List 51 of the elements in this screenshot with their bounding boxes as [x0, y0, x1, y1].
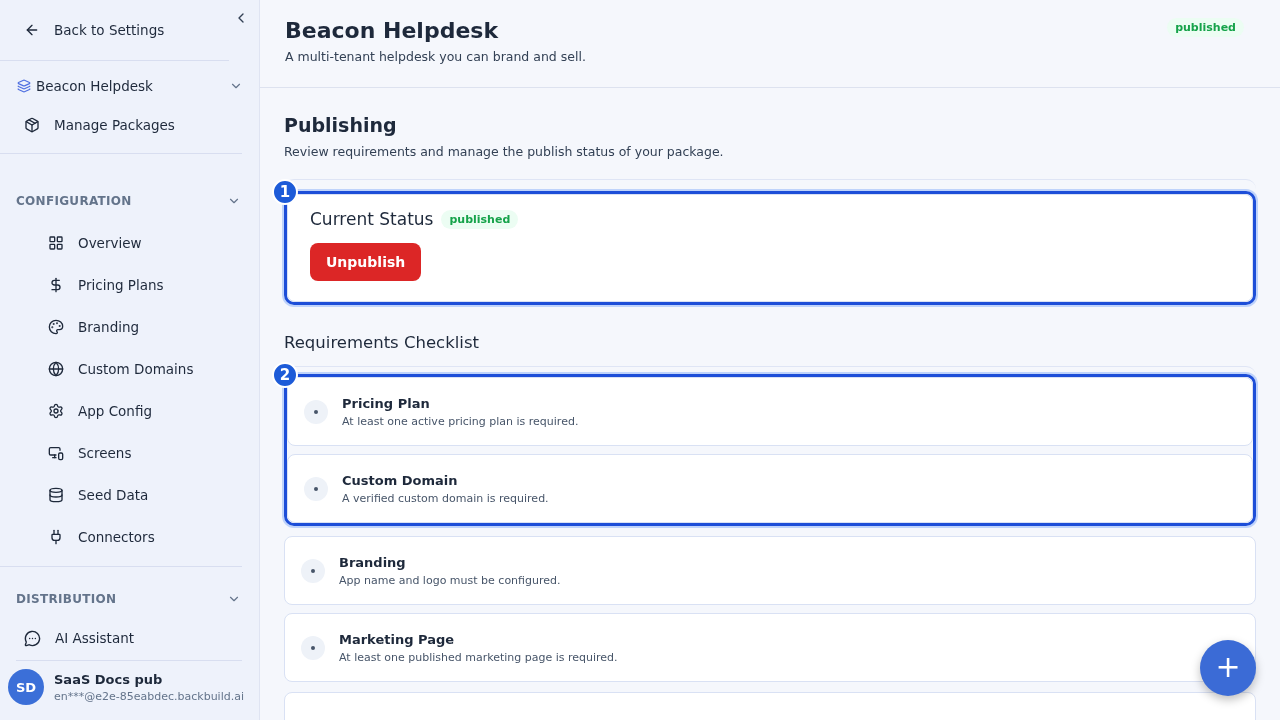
- page-subtitle: A multi-tenant helpdesk you can brand and sell.: [285, 49, 586, 64]
- section-header[interactable]: CONFIGURATION: [0, 186, 259, 216]
- pending-dot-icon: [304, 399, 328, 424]
- database-icon: [48, 487, 64, 503]
- package-icon: [24, 117, 40, 133]
- item-description: At least one published marketing page is required.: [339, 650, 618, 664]
- page-title: Beacon Helpdesk: [285, 18, 500, 43]
- section-title: Publishing: [284, 114, 398, 136]
- globe-icon: [48, 361, 64, 377]
- nav-item[interactable]: Manage Packages: [0, 105, 259, 145]
- step-badge: 1: [272, 179, 298, 205]
- item-description: App name and logo must be configured.: [339, 573, 561, 587]
- section-header[interactable]: DISTRIBUTION: [0, 584, 259, 614]
- card-title: Current Status: [310, 209, 434, 229]
- user-avatar: SD: [8, 669, 44, 705]
- item-title: Marketing Page: [339, 631, 456, 647]
- status-badge: published: [441, 209, 519, 229]
- step-badge: 2: [272, 362, 298, 388]
- devices-icon: [48, 445, 64, 461]
- nav-item[interactable]: App Config: [0, 390, 259, 432]
- chat-icon: [24, 629, 41, 647]
- status-badge: published: [1167, 18, 1244, 37]
- dollar-icon: [48, 277, 64, 293]
- nav-item[interactable]: AI Assistant: [0, 618, 259, 658]
- item-description: At least one active pricing plan is required.: [342, 414, 579, 428]
- nav-item[interactable]: Overview: [0, 222, 259, 264]
- pending-dot-icon: [301, 635, 325, 660]
- item-title: Pricing Plan: [342, 395, 431, 411]
- nav-item[interactable]: Custom Domains: [0, 348, 259, 390]
- pending-dot-icon: [304, 476, 328, 501]
- grid-icon: [48, 235, 64, 251]
- user-name: SaaS Docs pub: [54, 671, 164, 687]
- back-link[interactable]: Back to Settings: [0, 0, 259, 60]
- item-description: A verified custom domain is required.: [342, 491, 549, 505]
- nav-item[interactable]: Seed Data: [0, 474, 259, 516]
- package-selector[interactable]: Beacon Helpdesk: [0, 67, 259, 105]
- section-description: Review requirements and manage the publish status of your package.: [284, 144, 725, 159]
- nav-item[interactable]: Screens: [0, 432, 259, 474]
- layers-icon: [17, 79, 31, 93]
- item-title: Branding: [339, 554, 407, 570]
- unpublish-button[interactable]: Unpublish: [310, 243, 422, 281]
- palette-icon: [48, 319, 64, 335]
- plug-icon: [48, 529, 64, 545]
- checklist-title: Requirements Checklist: [284, 333, 480, 352]
- pending-dot-icon: [301, 558, 325, 583]
- nav-item[interactable]: Connectors: [0, 516, 259, 558]
- item-title: Custom Domain: [342, 472, 459, 488]
- nav-item[interactable]: Pricing Plans: [0, 264, 259, 306]
- user-email: en***@e2e-85eabdec.backbuild.ai: [54, 689, 244, 703]
- settings-icon: [48, 403, 64, 419]
- nav-item[interactable]: Branding: [0, 306, 259, 348]
